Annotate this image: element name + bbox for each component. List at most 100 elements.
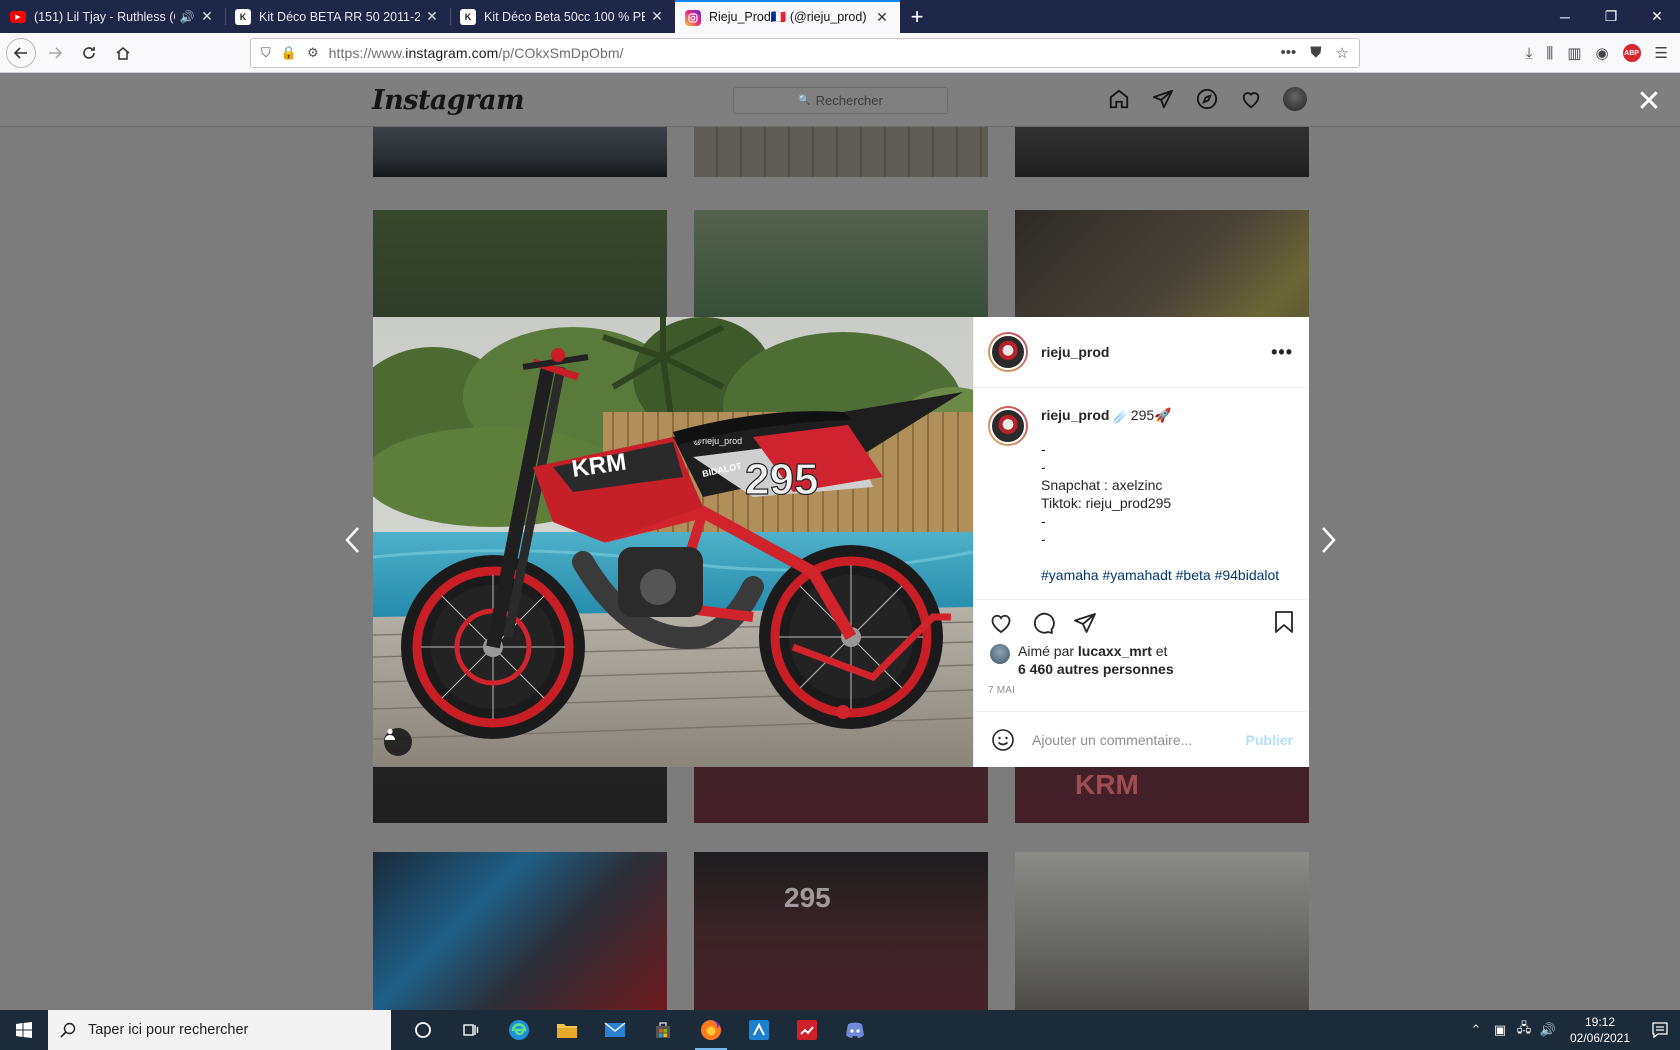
grid-post[interactable] [1015, 852, 1309, 1010]
forward-arrow-icon [49, 46, 63, 59]
close-tab-icon[interactable]: ✕ [424, 8, 440, 25]
account-icon[interactable]: ◉ [1595, 44, 1608, 62]
profile-avatar[interactable] [1283, 87, 1307, 111]
comment-input[interactable]: Ajouter un commentaire... [1032, 732, 1192, 748]
tab-title: Kit Déco Beta 50cc 100 % PERSO [484, 9, 645, 24]
close-tab-icon[interactable]: ✕ [874, 9, 890, 26]
app-blue-icon[interactable] [735, 1010, 783, 1050]
grid-post[interactable] [694, 127, 988, 177]
activity-heart-icon[interactable] [1239, 87, 1263, 111]
liked-by-others[interactable]: 6 460 autres personnes [1018, 661, 1174, 677]
instagram-logo[interactable]: Instagram [372, 85, 525, 116]
caption-avatar[interactable] [988, 406, 1028, 446]
grid-post[interactable] [373, 127, 667, 177]
url-text[interactable]: https://www.instagram.com/p/COkxSmDpObm/ [329, 45, 624, 61]
caption-username[interactable]: rieju_prod [1041, 407, 1109, 423]
file-explorer-icon[interactable] [543, 1010, 591, 1050]
close-tab-icon[interactable]: ✕ [199, 8, 215, 25]
krm-icon: K [460, 8, 476, 25]
windows-logo-icon [16, 1022, 32, 1038]
library-icon[interactable]: ⫼ [1546, 45, 1553, 62]
back-button[interactable] [6, 37, 36, 68]
new-tab-button[interactable]: + [900, 0, 934, 33]
explore-icon[interactable] [1195, 87, 1219, 111]
emoji-icon[interactable] [990, 727, 1016, 753]
download-icon[interactable]: ⤓ [1526, 45, 1533, 62]
tab-youtube[interactable]: ▶ (151) Lil Tjay - Ruthless (Offi 🔊 ✕ [0, 0, 225, 33]
next-post-arrow[interactable] [1318, 525, 1338, 563]
liker-avatar[interactable] [990, 644, 1010, 664]
bike-number-plate: 295 [745, 455, 818, 504]
task-view-icon[interactable] [447, 1010, 495, 1050]
window-controls: ─ ❐ ✕ [1542, 0, 1680, 33]
minimize-icon[interactable]: ─ [1542, 0, 1588, 33]
forward-button[interactable] [40, 38, 70, 68]
cortana-icon[interactable] [399, 1010, 447, 1050]
grid-post[interactable]: 295 [694, 852, 988, 1010]
permissions-icon[interactable]: ⚙ [307, 45, 319, 61]
app-red-icon[interactable] [783, 1010, 831, 1050]
publish-button[interactable]: Publier [1246, 732, 1293, 748]
firefox-icon[interactable] [687, 1010, 735, 1050]
url-domain: instagram.com [405, 45, 499, 61]
grid-post[interactable] [1015, 127, 1309, 177]
hashtags[interactable]: #yamaha #yamahadt #beta #94bidalot [1041, 566, 1279, 584]
discord-icon[interactable] [831, 1010, 879, 1050]
volume-icon[interactable]: 🔊 [1536, 1022, 1560, 1038]
post-actions: Aimé par lucaxx_mrt et 6 460 autres pers… [974, 599, 1309, 711]
page-actions-icon[interactable]: ••• [1281, 44, 1297, 62]
post-modal: 295 KRM @rieju_prod BIDALOT rieju_prod •… [373, 317, 1309, 767]
chevron-up-icon[interactable]: ⌃ [1464, 1022, 1488, 1038]
comment-icon[interactable] [1030, 610, 1056, 636]
home-button[interactable] [108, 38, 138, 68]
start-button[interactable] [0, 1010, 48, 1050]
author-avatar[interactable] [988, 332, 1028, 372]
sidebar-icon[interactable]: ▥ [1567, 44, 1581, 62]
close-modal-icon[interactable]: ✕ [1634, 85, 1664, 118]
previous-post-arrow[interactable] [343, 525, 363, 563]
tab-title: Rieju_Prod🇫🇷 (@rieju_prod) • Ph [709, 10, 870, 24]
caption-line: - [1041, 513, 1046, 529]
adblock-icon[interactable]: ABP [1622, 44, 1641, 62]
bookmark-star-icon[interactable]: ☆ [1336, 44, 1349, 62]
post-date[interactable]: 7 MAI [988, 685, 1295, 696]
tab-kit-deco-2[interactable]: K Kit Déco Beta 50cc 100 % PERSO ✕ [450, 0, 675, 33]
direct-messages-icon[interactable] [1151, 87, 1175, 111]
tab-kit-deco-1[interactable]: K Kit Déco BETA RR 50 2011-2016 ✕ [225, 0, 450, 33]
post-photo[interactable]: 295 KRM @rieju_prod BIDALOT [373, 317, 973, 767]
liked-by-user[interactable]: lucaxx_mrt [1078, 643, 1152, 659]
edge-icon[interactable] [495, 1010, 543, 1050]
menu-icon[interactable]: ☰ [1655, 44, 1668, 62]
store-icon[interactable] [639, 1010, 687, 1050]
taskbar-search[interactable]: Taper ici pour rechercher [48, 1010, 391, 1050]
tab-instagram[interactable]: Rieju_Prod🇫🇷 (@rieju_prod) • Ph ✕ [675, 0, 900, 33]
clock[interactable]: 19:12 02/06/2021 [1560, 1014, 1640, 1046]
pocket-icon[interactable]: ⛊ [1310, 44, 1321, 62]
network-icon[interactable]: 🖧 [1512, 1019, 1536, 1041]
grid-post[interactable] [373, 852, 667, 1010]
close-tab-icon[interactable]: ✕ [649, 8, 665, 25]
tray-app-icon[interactable]: ▣ [1488, 1022, 1512, 1038]
search-input[interactable]: 🔍 Rechercher [733, 87, 948, 114]
save-bookmark-icon[interactable] [1273, 610, 1295, 637]
like-heart-icon[interactable] [988, 610, 1014, 636]
restore-icon[interactable]: ❐ [1588, 0, 1634, 33]
shield-icon[interactable]: ⛉ [261, 45, 271, 61]
home-icon[interactable] [1107, 87, 1131, 111]
notifications-icon[interactable] [1640, 1021, 1680, 1039]
tagged-users-button[interactable] [384, 728, 412, 756]
search-icon [60, 1022, 76, 1038]
reload-button[interactable] [74, 38, 104, 68]
lock-icon[interactable]: 🔒 [281, 45, 297, 61]
address-bar[interactable]: ⛉ 🔒 ⚙ https://www.instagram.com/p/COkxSm… [250, 38, 1360, 68]
share-icon[interactable] [1072, 610, 1098, 636]
close-window-icon[interactable]: ✕ [1634, 0, 1680, 33]
tab-title: (151) Lil Tjay - Ruthless (Offi [34, 9, 175, 24]
add-comment-bar: Ajouter un commentaire... Publier [974, 711, 1309, 767]
instagram-nav [1107, 87, 1307, 111]
mail-icon[interactable] [591, 1010, 639, 1050]
search-placeholder: Rechercher [815, 93, 883, 108]
author-username[interactable]: rieju_prod [1041, 344, 1109, 360]
more-options-icon[interactable]: ••• [1271, 342, 1293, 363]
speaker-icon[interactable]: 🔊 [179, 10, 195, 24]
